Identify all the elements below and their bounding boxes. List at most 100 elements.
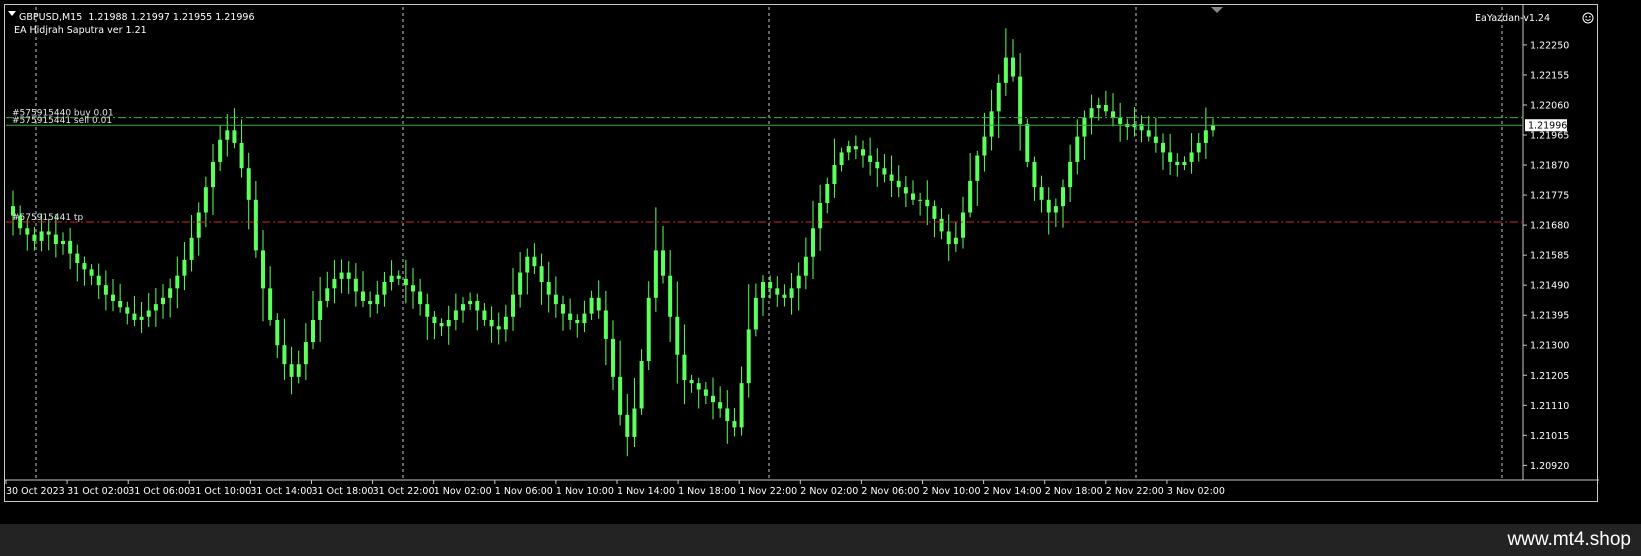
candle [453,310,458,320]
candle [82,263,87,270]
candle [568,313,573,320]
candle [1146,130,1151,137]
y-tick-label: 1.21870 [1530,161,1569,172]
x-tick-label: 2 Nov 10:00 [923,486,981,497]
candle [811,228,815,257]
candle [311,319,315,343]
candle [1018,76,1023,124]
candle [339,272,344,279]
candle [439,323,444,327]
candle [461,304,465,311]
x-tick-label: 1 Nov 10:00 [556,486,614,497]
x-tick-label: 1 Nov 02:00 [434,486,492,497]
candle [625,414,630,437]
candle [868,155,873,162]
candle [468,300,473,305]
candle [961,212,965,238]
candle [68,240,73,254]
candle [1011,57,1015,77]
x-tick-label: 31 Oct 18:00 [312,486,374,497]
candle [1189,152,1194,162]
x-tick-label: 30 Oct 2023 [6,486,65,497]
candle [261,250,265,289]
ea-name: EA Hidjrah Saputra ver 1.21 [14,25,147,36]
candle [482,310,487,320]
candle [818,202,823,229]
order-line-label: #575915441 sell 0.01 [12,116,112,126]
candle [182,259,187,276]
candle [275,319,280,346]
candle [782,294,787,298]
candle [32,234,37,241]
candle [911,193,915,200]
x-tick-label: 3 Nov 02:00 [1167,486,1225,497]
y-tick-label: 1.21395 [1530,311,1569,322]
candle [825,184,830,203]
x-tick-label: 31 Oct 02:00 [67,486,129,497]
x-tick-label: 31 Oct 14:00 [250,486,312,497]
candle [1168,152,1173,162]
candle [696,383,701,390]
ea-right-label: EaYazdan-v1.24 [1475,13,1550,24]
candle [1161,142,1165,153]
candle [611,338,615,377]
candle [1025,123,1030,162]
y-tick-label: 1.22060 [1530,100,1569,111]
candle [203,187,208,213]
candle [353,278,358,292]
candle [389,275,394,283]
x-tick-label: 2 Nov 22:00 [1106,486,1164,497]
candle [882,168,887,175]
candle [575,319,580,324]
candle [218,139,223,162]
candle [525,256,530,273]
candle [789,288,794,298]
smiley-icon[interactable] [1582,12,1594,24]
candle [646,297,651,362]
candle [211,161,215,188]
candle [403,278,408,286]
chart-area[interactable]: #575915440 buy 0.01 #575915441 sell 0.01 #… [4,4,1599,503]
candle [953,237,958,245]
candle [1089,108,1094,118]
candle [682,354,687,381]
candle [175,275,180,289]
candle [746,329,751,384]
candle [582,313,587,324]
candle [518,272,523,295]
candle [618,376,623,415]
x-tick-label: 2 Nov 02:00 [800,486,858,497]
x-tick-label: 31 Oct 06:00 [128,486,190,497]
x-tick-label: 1 Nov 18:00 [678,486,736,497]
candle [75,253,80,264]
candle [896,180,901,188]
candle [153,304,158,311]
candle [711,395,715,403]
candle [1118,117,1123,124]
candle [761,282,765,298]
candle [1182,161,1187,166]
candle [446,319,451,327]
candle [1096,104,1101,109]
y-tick-label: 1.21110 [1530,401,1569,412]
candle [739,383,744,428]
candle [139,316,144,320]
candle [1111,111,1115,118]
candle [168,288,173,298]
candle [589,297,594,314]
candle [889,174,894,181]
candle [325,288,330,301]
candle [496,326,501,330]
candle [796,275,801,289]
x-tick-label: 2 Nov 06:00 [861,486,919,497]
candle [839,152,844,166]
candlestick-chart[interactable]: #575915440 buy 0.01#575915441 sell 0.01#… [5,5,1599,503]
candle [425,304,430,317]
candle [853,146,858,150]
candle [768,282,773,289]
candle [503,316,508,330]
x-tick-label: 1 Nov 22:00 [739,486,797,497]
candle [125,307,130,314]
candle [39,231,44,241]
candle [111,294,115,301]
